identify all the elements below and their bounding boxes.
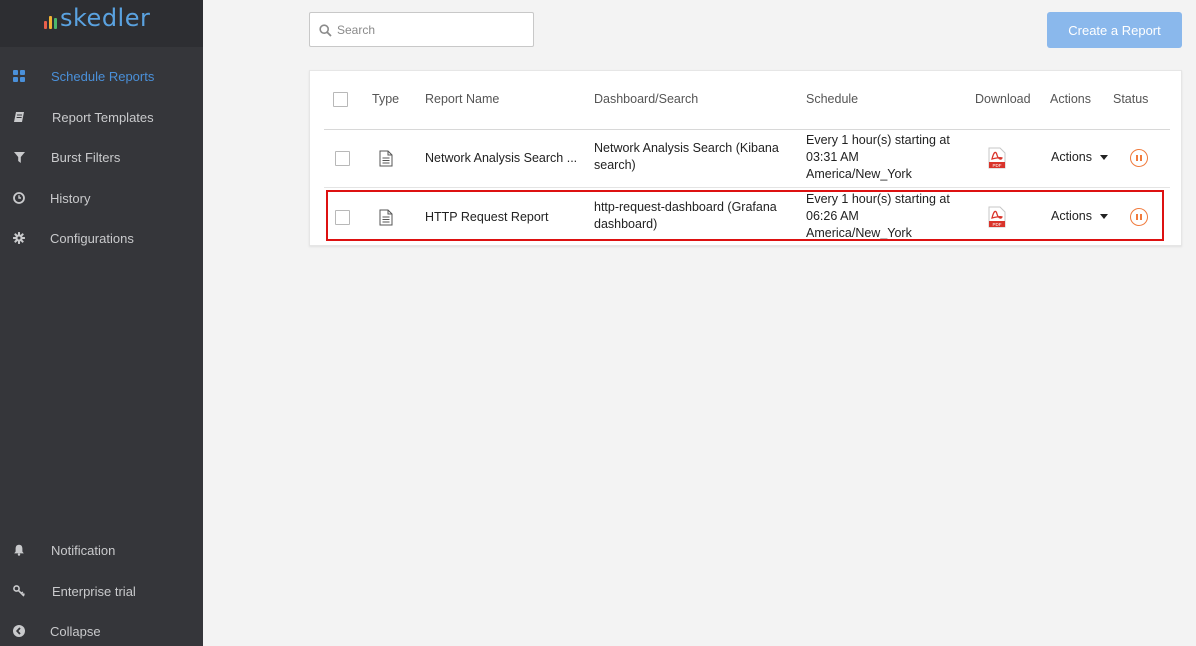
bell-icon [12, 543, 26, 557]
row-divider [324, 187, 1170, 188]
sidebar-item-label: Schedule Reports [51, 69, 155, 84]
pause-icon[interactable] [1130, 149, 1148, 167]
logo[interactable]: skedler [44, 4, 150, 32]
grid-icon [12, 69, 26, 83]
pdf-icon[interactable]: PDF [988, 147, 1006, 169]
key-icon [12, 584, 26, 598]
document-icon [379, 209, 393, 226]
column-header-type[interactable]: Type [372, 92, 399, 106]
actions-label: Actions [1051, 209, 1092, 223]
dashboard-search: Network Analysis Search (Kibana search) [594, 141, 779, 172]
actions-dropdown[interactable]: Actions [1051, 209, 1108, 223]
column-header-status: Status [1113, 92, 1149, 106]
logo-bar: skedler [0, 0, 203, 47]
row-checkbox[interactable] [335, 210, 350, 225]
report-name[interactable]: Network Analysis Search ... [425, 150, 577, 167]
pdf-icon[interactable]: PDF [988, 206, 1006, 228]
svg-text:PDF: PDF [993, 163, 1002, 168]
document-icon [379, 150, 393, 167]
logo-text: skedler [60, 4, 151, 32]
schedule: Every 1 hour(s) starting at 03:31 AM Ame… [806, 133, 950, 181]
sidebar-item-label: Report Templates [52, 110, 154, 125]
sidebar-item-label: Enterprise trial [52, 584, 136, 599]
sidebar-item-label: Collapse [50, 624, 101, 639]
create-report-button[interactable]: Create a Report [1047, 12, 1182, 48]
column-header-dashboard-search[interactable]: Dashboard/Search [594, 92, 698, 106]
chevron-left-circle-icon [12, 624, 26, 638]
sidebar-item-label: Notification [51, 543, 116, 558]
schedule: Every 1 hour(s) starting at 06:26 AM Ame… [806, 192, 950, 240]
sidebar-item-configurations[interactable]: Configurations [0, 223, 203, 253]
search-box [309, 12, 534, 47]
row-checkbox[interactable] [335, 151, 350, 166]
clock-icon [12, 191, 26, 205]
caret-down-icon [1100, 213, 1108, 219]
sidebar-item-label: Configurations [50, 231, 134, 246]
dashboard-search: http-request-dashboard (Grafana dashboar… [594, 200, 777, 231]
column-header-download: Download [975, 92, 1031, 106]
sidebar-item-schedule-reports[interactable]: Schedule Reports [0, 61, 203, 91]
sidebar-item-enterprise-trial[interactable]: Enterprise trial [0, 576, 203, 606]
reports-table: Type Report Name Dashboard/Search Schedu… [309, 70, 1182, 246]
actions-dropdown[interactable]: Actions [1051, 150, 1108, 164]
book-icon [12, 110, 26, 124]
pause-icon[interactable] [1130, 208, 1148, 226]
svg-text:PDF: PDF [993, 222, 1002, 227]
sidebar: skedler Schedule Reports Report Template… [0, 0, 203, 646]
sidebar-item-label: History [50, 191, 91, 206]
caret-down-icon [1100, 154, 1108, 160]
column-header-schedule[interactable]: Schedule [806, 92, 858, 106]
sidebar-item-collapse[interactable]: Collapse [0, 616, 203, 646]
logo-bars-icon [44, 12, 57, 32]
sidebar-item-burst-filters[interactable]: Burst Filters [0, 142, 203, 172]
select-all-checkbox[interactable] [333, 92, 348, 107]
gear-icon [12, 231, 26, 245]
report-name[interactable]: HTTP Request Report [425, 209, 548, 226]
column-header-report-name[interactable]: Report Name [425, 92, 499, 106]
sidebar-item-report-templates[interactable]: Report Templates [0, 102, 203, 132]
filter-icon [12, 150, 26, 164]
actions-label: Actions [1051, 150, 1092, 164]
column-header-actions: Actions [1050, 92, 1091, 106]
sidebar-item-history[interactable]: History [0, 183, 203, 213]
sidebar-item-label: Burst Filters [51, 150, 121, 165]
search-icon [319, 24, 332, 37]
sidebar-item-notification[interactable]: Notification [0, 535, 203, 565]
header-divider [324, 129, 1170, 130]
search-input[interactable] [337, 19, 527, 41]
